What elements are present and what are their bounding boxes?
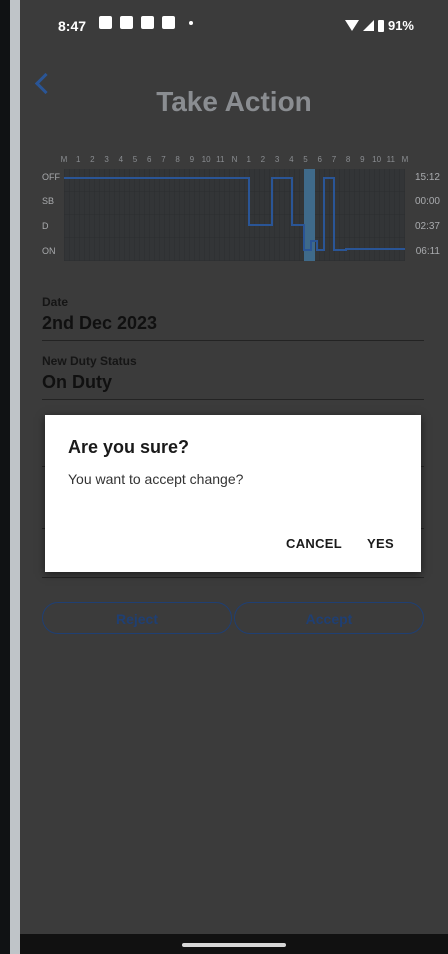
log-grid-svg xyxy=(64,169,405,261)
date-value: 2nd Dec 2023 xyxy=(42,313,158,333)
total-sb: 00:00 xyxy=(414,196,440,207)
hour-label: 4 xyxy=(118,155,124,164)
hour-label: 1 xyxy=(246,155,251,164)
status-time: 8:47 xyxy=(58,18,87,34)
hour-label: 11 xyxy=(386,155,395,164)
reject-button[interactable]: Reject xyxy=(42,602,232,634)
hour-label: 1 xyxy=(75,155,81,164)
total-off: 15:12 xyxy=(414,172,440,183)
status-bar: 8:47 91% xyxy=(20,0,448,52)
duty-status-value: On Duty xyxy=(42,372,112,392)
cancel-button[interactable]: CANCEL xyxy=(286,536,342,551)
left-edge xyxy=(0,0,10,954)
selection-highlight[interactable] xyxy=(304,169,315,261)
hour-label: 8 xyxy=(345,155,351,164)
hour-scale: M 1 2 3 4 5 6 7 8 9 10 11 N 1 2 3 4 5 6 7 8 9 10 11 M xyxy=(60,155,409,167)
page-title: Take Action xyxy=(156,86,312,117)
dot-icon xyxy=(189,20,193,25)
message-icon xyxy=(120,16,133,29)
hour-label: M xyxy=(401,155,409,164)
yes-button[interactable]: YES xyxy=(367,536,394,551)
teams-icon xyxy=(99,16,112,29)
hour-label: 11 xyxy=(216,155,225,164)
duty-status-field[interactable]: New Duty Status On Duty xyxy=(42,354,424,400)
hour-label: 2 xyxy=(260,155,266,164)
phone-screen: 8:47 91% Take Action M 1 2 3 4 5 6 7 8 9 10 11 N 1 2 3 4… xyxy=(20,0,448,954)
duty-status-label: New Duty Status xyxy=(42,354,137,368)
hour-label: 5 xyxy=(132,155,138,164)
hour-label: 6 xyxy=(147,155,152,164)
row-label-sb: SB xyxy=(42,196,55,206)
hour-label: 3 xyxy=(274,155,280,164)
hour-label: 9 xyxy=(360,155,365,164)
wifi-icon xyxy=(344,20,359,31)
notification-icons xyxy=(99,16,193,29)
hour-label: 2 xyxy=(90,155,95,164)
hour-label: N xyxy=(231,155,238,164)
date-label: Date xyxy=(42,295,69,309)
hour-label: 10 xyxy=(372,155,382,164)
row-label-on: ON xyxy=(42,246,56,256)
signal-icon xyxy=(362,20,374,31)
accept-button[interactable]: Accept xyxy=(234,602,424,634)
total-on: 06:11 xyxy=(415,246,440,257)
hour-label: 8 xyxy=(175,155,180,164)
date-field: Date 2nd Dec 2023 xyxy=(42,295,424,341)
battery-icon xyxy=(377,19,384,32)
hour-label: 9 xyxy=(189,155,195,164)
confirm-dialog: Are you sure? You want to accept change?… xyxy=(45,415,421,572)
linkedin-icon xyxy=(141,16,154,29)
row-label-off: OFF xyxy=(42,172,60,182)
dialog-title: Are you sure? xyxy=(68,437,190,457)
home-gesture-handle[interactable] xyxy=(182,943,286,947)
hour-label: 4 xyxy=(289,155,294,164)
row-label-d: D xyxy=(42,221,49,231)
hour-label: M xyxy=(60,155,68,164)
system-status: 91% xyxy=(344,18,414,33)
hour-label: 6 xyxy=(317,155,322,164)
dialog-message: You want to accept change? xyxy=(68,471,244,487)
hour-label: 7 xyxy=(331,155,337,164)
nav-icon xyxy=(162,16,175,29)
hour-label: 5 xyxy=(303,155,308,164)
duty-log-graph: M 1 2 3 4 5 6 7 8 9 10 11 N 1 2 3 4 5 6 7 8 9 10 11 M OFF SB D O… xyxy=(40,155,440,265)
log-grid xyxy=(64,169,405,261)
hour-label: 7 xyxy=(161,155,166,164)
left-edge-strip xyxy=(10,0,20,954)
battery-level: 91% xyxy=(387,18,414,33)
hour-label: 10 xyxy=(201,155,211,164)
total-d: 02:37 xyxy=(414,221,440,232)
hour-label: 3 xyxy=(104,155,109,164)
